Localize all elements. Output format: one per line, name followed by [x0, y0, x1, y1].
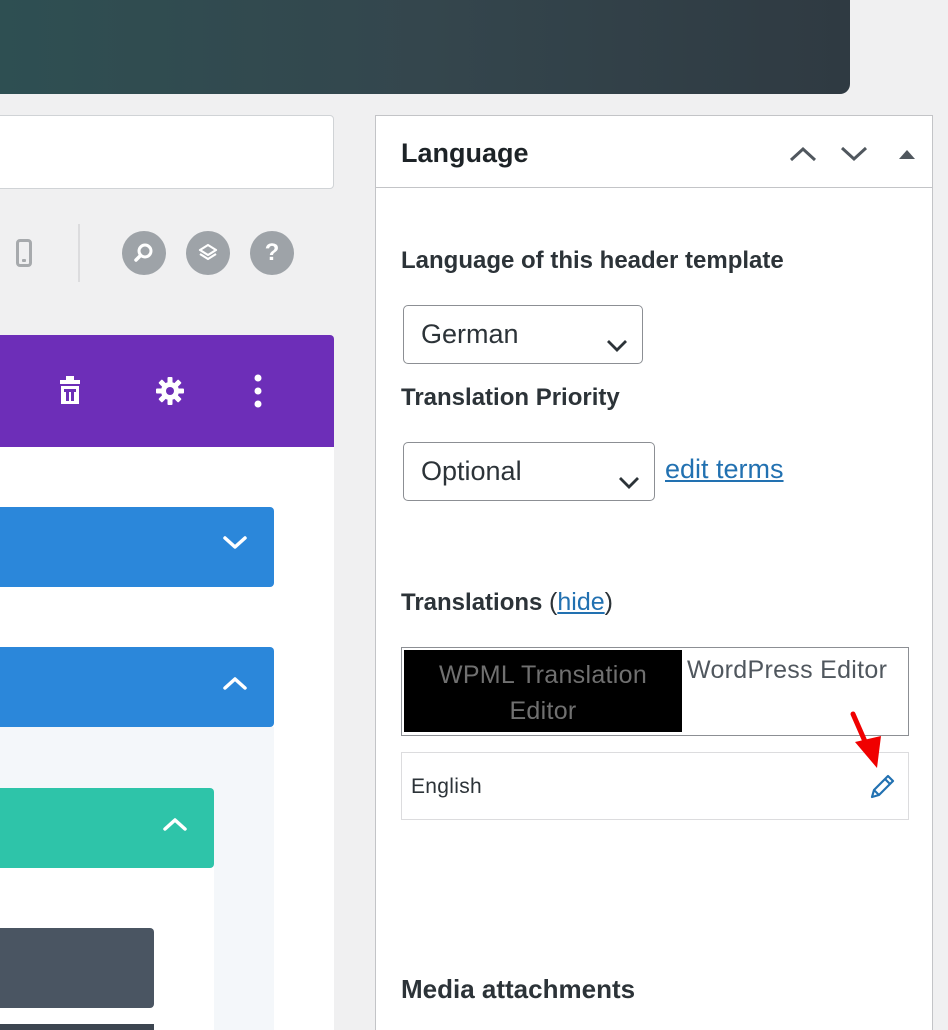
trash-icon[interactable] — [50, 371, 90, 411]
mobile-icon[interactable] — [16, 239, 32, 267]
chevron-down-icon — [618, 466, 640, 497]
help-icon[interactable]: ? — [250, 231, 294, 275]
translation-language: English — [411, 775, 482, 798]
translations-label: Translations — [401, 589, 543, 616]
priority-select-value: Optional — [421, 456, 522, 486]
language-select-value: German — [421, 319, 519, 349]
language-label: Language of this header template — [401, 247, 784, 274]
metabox-header: Language — [376, 116, 932, 188]
language-metabox: Language Language of this header templat… — [375, 115, 933, 1030]
translation-row: English — [401, 752, 909, 820]
media-attachments-label: Media attachments — [401, 974, 636, 1004]
paren-close: ) — [604, 588, 613, 616]
editor-choice-tabs: WPML Translation Editor WordPress Editor — [401, 647, 909, 736]
hide-link[interactable]: hide — [557, 588, 604, 616]
row-header-expanded[interactable] — [0, 647, 274, 727]
priority-label: Translation Priority — [401, 384, 620, 411]
module-header[interactable] — [0, 928, 154, 1008]
gear-icon[interactable] — [150, 371, 190, 411]
column-header[interactable] — [0, 788, 214, 868]
row-header-collapsed[interactable] — [0, 507, 274, 587]
tab-wordpress-editor[interactable]: WordPress Editor — [687, 656, 887, 685]
title-input[interactable] — [0, 115, 334, 189]
chevron-up-icon[interactable] — [222, 675, 248, 696]
chevron-up-icon[interactable] — [162, 816, 188, 837]
search-icon[interactable] — [122, 231, 166, 275]
section-header-bar[interactable] — [0, 335, 334, 447]
chevron-down-icon — [606, 329, 628, 360]
tab-wpml-translation-editor[interactable]: WPML Translation Editor — [404, 650, 682, 732]
metabox-title: Language — [401, 138, 529, 168]
translations-heading: Translations (hide) — [401, 588, 613, 617]
module-bottom-edge — [0, 1024, 154, 1030]
layers-icon[interactable] — [186, 231, 230, 275]
edit-terms-link[interactable]: edit terms — [665, 454, 784, 485]
toolbar-divider — [78, 224, 80, 282]
move-down-icon[interactable] — [836, 136, 872, 172]
priority-select[interactable]: Optional — [403, 442, 655, 501]
move-up-icon[interactable] — [785, 136, 821, 172]
builder-toolbar: ? — [0, 222, 334, 284]
annotation-arrow-icon — [847, 710, 887, 777]
top-banner — [0, 0, 850, 94]
more-vertical-icon[interactable] — [238, 371, 278, 411]
chevron-down-icon[interactable] — [222, 535, 248, 556]
collapse-toggle-icon[interactable] — [889, 136, 925, 172]
language-select[interactable]: German — [403, 305, 643, 364]
